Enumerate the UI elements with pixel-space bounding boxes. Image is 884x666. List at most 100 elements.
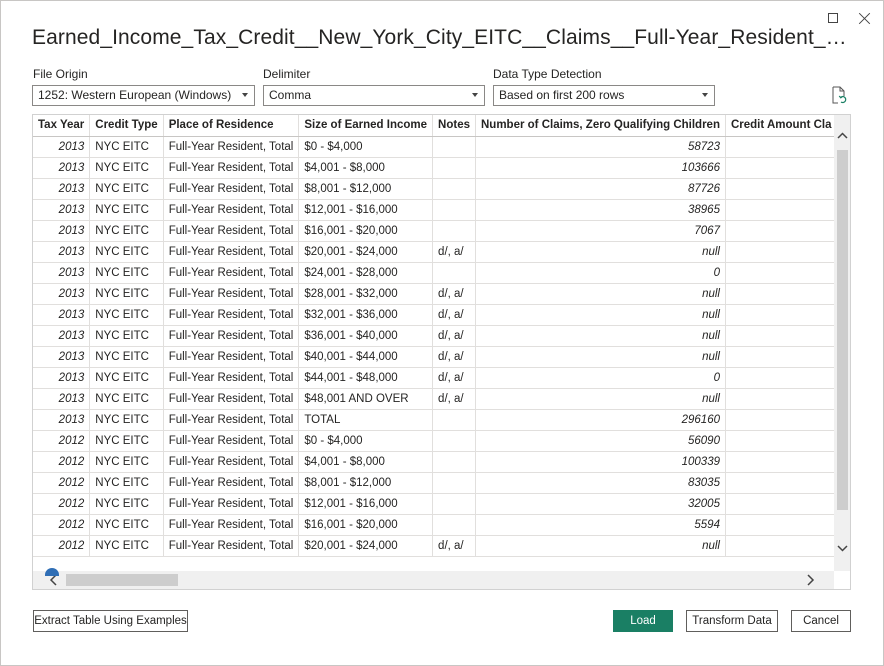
table-cell[interactable]: 5594: [475, 514, 726, 536]
table-cell[interactable]: NYC EITC: [89, 283, 164, 305]
table-cell[interactable]: [725, 388, 834, 410]
load-button[interactable]: Load: [613, 610, 673, 632]
table-cell[interactable]: 2013: [33, 157, 91, 179]
table-cell[interactable]: NYC EITC: [89, 409, 164, 431]
table-cell[interactable]: [725, 325, 834, 347]
horizontal-scroll-thumb[interactable]: [66, 574, 178, 586]
table-cell[interactable]: 2013: [33, 262, 91, 284]
table-cell[interactable]: NYC EITC: [89, 367, 164, 389]
table-cell[interactable]: [725, 430, 834, 452]
column-header[interactable]: Tax Year: [33, 115, 91, 137]
table-cell[interactable]: Full-Year Resident, Total: [163, 304, 300, 326]
horizontal-scrollbar[interactable]: [33, 571, 834, 589]
table-cell[interactable]: Full-Year Resident, Total: [163, 283, 300, 305]
table-cell[interactable]: $28,001 - $32,000: [298, 283, 434, 305]
transform-data-button[interactable]: Transform Data: [686, 610, 778, 632]
table-cell[interactable]: NYC EITC: [89, 493, 164, 515]
table-cell[interactable]: d/, a/: [432, 535, 476, 557]
table-cell[interactable]: d/, a/: [432, 325, 476, 347]
table-cell[interactable]: NYC EITC: [89, 535, 164, 557]
table-cell[interactable]: Full-Year Resident, Total: [163, 493, 300, 515]
table-cell[interactable]: [725, 136, 834, 158]
table-cell[interactable]: Full-Year Resident, Total: [163, 409, 300, 431]
table-cell[interactable]: $0 - $4,000: [298, 430, 434, 452]
table-cell[interactable]: 2012: [33, 472, 91, 494]
chevron-up-icon[interactable]: [837, 130, 848, 141]
table-cell[interactable]: TOTAL: [298, 409, 434, 431]
table-cell[interactable]: 2013: [33, 241, 91, 263]
table-cell[interactable]: NYC EITC: [89, 220, 164, 242]
help-icon[interactable]: [45, 568, 59, 576]
table-cell[interactable]: Full-Year Resident, Total: [163, 535, 300, 557]
table-cell[interactable]: NYC EITC: [89, 388, 164, 410]
table-cell[interactable]: Full-Year Resident, Total: [163, 514, 300, 536]
table-cell[interactable]: $36,001 - $40,000: [298, 325, 434, 347]
table-cell[interactable]: 2012: [33, 451, 91, 473]
extract-table-button[interactable]: Extract Table Using Examples: [33, 610, 188, 632]
table-cell[interactable]: [432, 430, 476, 452]
table-cell[interactable]: 2013: [33, 388, 91, 410]
table-cell[interactable]: NYC EITC: [89, 472, 164, 494]
table-cell[interactable]: 87726: [475, 178, 726, 200]
table-cell[interactable]: NYC EITC: [89, 241, 164, 263]
table-cell[interactable]: Full-Year Resident, Total: [163, 136, 300, 158]
table-cell[interactable]: NYC EITC: [89, 262, 164, 284]
table-cell[interactable]: Full-Year Resident, Total: [163, 262, 300, 284]
table-cell[interactable]: 2012: [33, 514, 91, 536]
table-cell[interactable]: $4,001 - $8,000: [298, 451, 434, 473]
table-cell[interactable]: [725, 367, 834, 389]
table-cell[interactable]: null: [475, 535, 726, 557]
table-cell[interactable]: d/, a/: [432, 241, 476, 263]
table-cell[interactable]: [725, 220, 834, 242]
table-cell[interactable]: 0: [475, 262, 726, 284]
table-cell[interactable]: d/, a/: [432, 367, 476, 389]
table-cell[interactable]: 58723: [475, 136, 726, 158]
table-cell[interactable]: [725, 199, 834, 221]
table-cell[interactable]: 2012: [33, 493, 91, 515]
table-cell[interactable]: NYC EITC: [89, 514, 164, 536]
table-cell[interactable]: $8,001 - $12,000: [298, 178, 434, 200]
table-cell[interactable]: Full-Year Resident, Total: [163, 367, 300, 389]
table-cell[interactable]: $32,001 - $36,000: [298, 304, 434, 326]
close-button[interactable]: [852, 7, 876, 29]
table-cell[interactable]: [725, 493, 834, 515]
table-cell[interactable]: [432, 136, 476, 158]
table-cell[interactable]: d/, a/: [432, 388, 476, 410]
table-cell[interactable]: d/, a/: [432, 304, 476, 326]
table-cell[interactable]: 2013: [33, 220, 91, 242]
table-cell[interactable]: $0 - $4,000: [298, 136, 434, 158]
chevron-right-icon[interactable]: [805, 574, 816, 586]
table-cell[interactable]: $16,001 - $20,000: [298, 220, 434, 242]
table-cell[interactable]: 83035: [475, 472, 726, 494]
file-origin-select[interactable]: 1252: Western European (Windows): [32, 85, 255, 106]
table-cell[interactable]: NYC EITC: [89, 304, 164, 326]
table-cell[interactable]: NYC EITC: [89, 178, 164, 200]
table-cell[interactable]: [432, 409, 476, 431]
table-cell[interactable]: null: [475, 325, 726, 347]
vertical-scrollbar[interactable]: [834, 115, 850, 571]
table-cell[interactable]: 100339: [475, 451, 726, 473]
table-cell[interactable]: $40,001 - $44,000: [298, 346, 434, 368]
chevron-down-icon[interactable]: [837, 543, 848, 554]
table-cell[interactable]: d/, a/: [432, 346, 476, 368]
table-cell[interactable]: 38965: [475, 199, 726, 221]
table-cell[interactable]: $16,001 - $20,000: [298, 514, 434, 536]
table-cell[interactable]: null: [475, 304, 726, 326]
table-cell[interactable]: $4,001 - $8,000: [298, 157, 434, 179]
column-header[interactable]: Number of Claims, Zero Qualifying Childr…: [475, 115, 726, 137]
table-cell[interactable]: [725, 241, 834, 263]
table-cell[interactable]: NYC EITC: [89, 451, 164, 473]
table-cell[interactable]: Full-Year Resident, Total: [163, 241, 300, 263]
table-cell[interactable]: NYC EITC: [89, 199, 164, 221]
table-cell[interactable]: [725, 472, 834, 494]
table-cell[interactable]: 7067: [475, 220, 726, 242]
table-cell[interactable]: null: [475, 283, 726, 305]
table-cell[interactable]: 2013: [33, 409, 91, 431]
table-cell[interactable]: 56090: [475, 430, 726, 452]
table-cell[interactable]: NYC EITC: [89, 346, 164, 368]
column-header[interactable]: Place of Residence: [163, 115, 300, 137]
table-cell[interactable]: [432, 493, 476, 515]
column-header[interactable]: Notes: [432, 115, 476, 137]
table-cell[interactable]: [432, 472, 476, 494]
table-cell[interactable]: [725, 157, 834, 179]
